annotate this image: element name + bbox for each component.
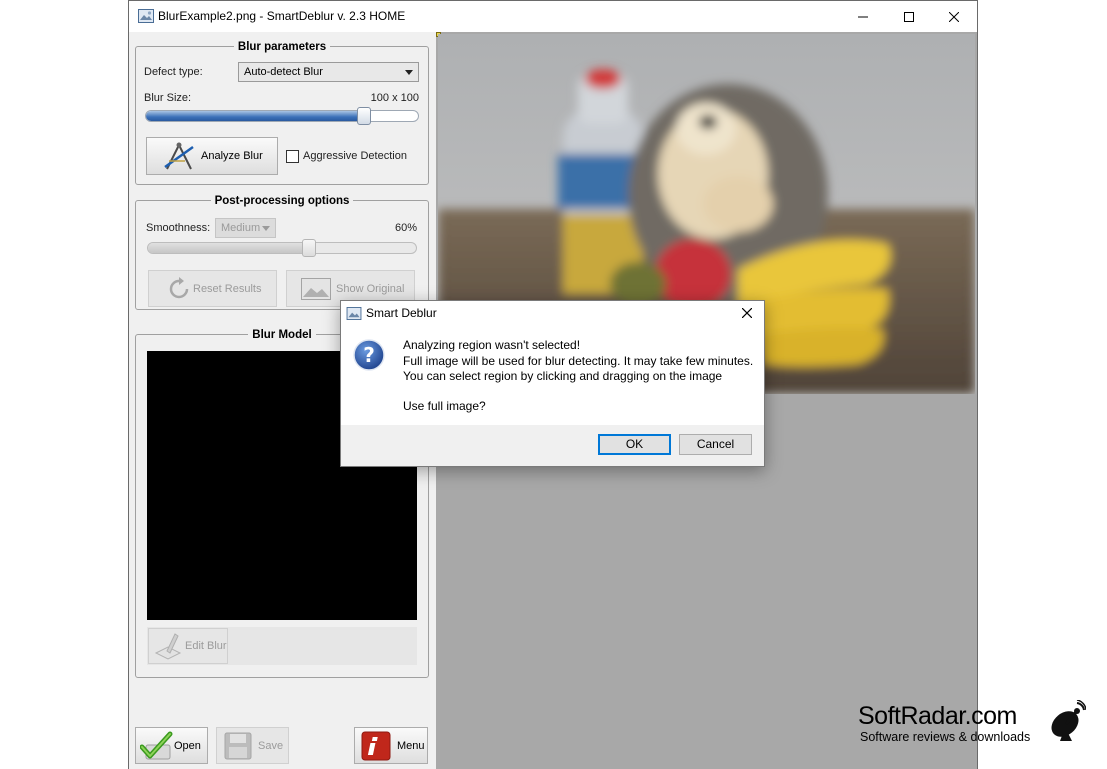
chevron-down-icon <box>262 226 270 231</box>
show-original-label: Show Original <box>336 282 405 295</box>
open-button[interactable]: Open <box>135 727 208 764</box>
post-processing-heading: Post-processing options <box>210 195 354 207</box>
dialog-close-button[interactable] <box>736 303 758 323</box>
post-processing-group: Post-processing options Smoothness: Medi… <box>135 195 429 310</box>
dialog-message-line2: Full image will be used for blur detecti… <box>403 354 754 368</box>
blur-size-slider-thumb[interactable] <box>357 107 372 125</box>
dialog-message-line1: Analyzing region wasn't selected! <box>403 338 581 352</box>
dialog-message-line3: You can select region by clicking and dr… <box>403 369 723 383</box>
open-label: Open <box>174 739 201 752</box>
softradar-watermark: SoftRadar.com Software reviews & downloa… <box>858 700 1086 744</box>
aggressive-detection-checkbox[interactable] <box>286 150 299 163</box>
menu-button[interactable]: Menu <box>354 727 428 764</box>
dialog-question: Use full image? <box>403 399 486 413</box>
smoothness-slider-thumb[interactable] <box>302 239 316 257</box>
close-icon <box>949 11 959 22</box>
smoothness-label: Smoothness: <box>146 222 211 234</box>
smoothness-value: Medium <box>221 222 261 234</box>
window-title: BlurExample2.png - SmartDeblur v. 2.3 HO… <box>158 9 406 23</box>
picture-icon <box>301 277 331 300</box>
edit-blur-icon <box>154 633 182 660</box>
blur-parameters-heading: Blur parameters <box>233 41 331 53</box>
maximize-icon <box>904 11 914 22</box>
info-icon <box>361 731 391 760</box>
smoothness-percent: 60% <box>394 222 417 234</box>
save-label: Save <box>258 739 284 752</box>
title-bar: BlurExample2.png - SmartDeblur v. 2.3 HO… <box>129 1 977 32</box>
watermark-brand: SoftRadar.com <box>858 702 1017 730</box>
aggressive-detection-label[interactable]: Aggressive Detection <box>303 150 407 162</box>
watermark-tagline: Software reviews & downloads <box>860 730 1031 744</box>
maximize-button[interactable] <box>886 1 932 32</box>
edit-blur-label: Edit Blur <box>185 640 227 652</box>
question-icon: ? <box>353 339 385 371</box>
analyze-blur-label: Analyze Blur <box>201 150 263 162</box>
edit-blur-button[interactable]: Edit Blur <box>148 628 228 664</box>
dialog-title: Smart Deblur <box>366 306 437 320</box>
defect-type-select[interactable]: Auto-detect Blur <box>238 62 419 82</box>
floppy-disk-icon <box>224 732 252 759</box>
analyze-blur-icon <box>164 142 194 170</box>
reset-icon <box>169 276 189 298</box>
defect-type-value: Auto-detect Blur <box>244 66 323 78</box>
ok-button[interactable]: OK <box>598 434 671 455</box>
blur-size-value: 100 x 100 <box>370 92 419 104</box>
defect-type-label: Defect type: <box>144 66 203 78</box>
svg-text:?: ? <box>363 343 375 367</box>
smoothness-slider-fill <box>148 243 309 253</box>
menu-label: Menu <box>397 739 425 752</box>
dialog-title-bar: Smart Deblur <box>341 301 764 325</box>
blur-model-heading: Blur Model <box>248 329 316 341</box>
smoothness-slider[interactable] <box>147 242 417 254</box>
app-icon <box>346 307 362 320</box>
chevron-down-icon <box>405 70 413 75</box>
close-button[interactable] <box>931 1 977 32</box>
reset-results-button[interactable]: Reset Results <box>148 270 277 307</box>
close-icon <box>742 308 752 318</box>
reset-results-label: Reset Results <box>193 282 262 295</box>
satellite-dish-icon <box>1051 700 1086 741</box>
blur-size-slider[interactable] <box>145 110 419 122</box>
cancel-button[interactable]: Cancel <box>679 434 752 455</box>
checkmark-icon <box>140 731 173 759</box>
minimize-icon <box>858 16 868 17</box>
analyze-blur-button[interactable]: Analyze Blur <box>146 137 278 175</box>
save-button[interactable]: Save <box>216 727 289 764</box>
blur-parameters-group: Blur parameters Defect type: Auto-detect… <box>135 41 429 185</box>
smoothness-select[interactable]: Medium <box>215 218 276 238</box>
blur-size-label: Blur Size: <box>144 92 192 104</box>
dialog-body: ? Analyzing region wasn't selected! Full… <box>341 325 764 425</box>
blur-size-slider-fill <box>146 111 364 121</box>
minimize-button[interactable] <box>840 1 886 32</box>
app-icon <box>138 9 154 23</box>
confirm-dialog: Smart Deblur ? Analyzing region wasn't s… <box>340 300 765 467</box>
